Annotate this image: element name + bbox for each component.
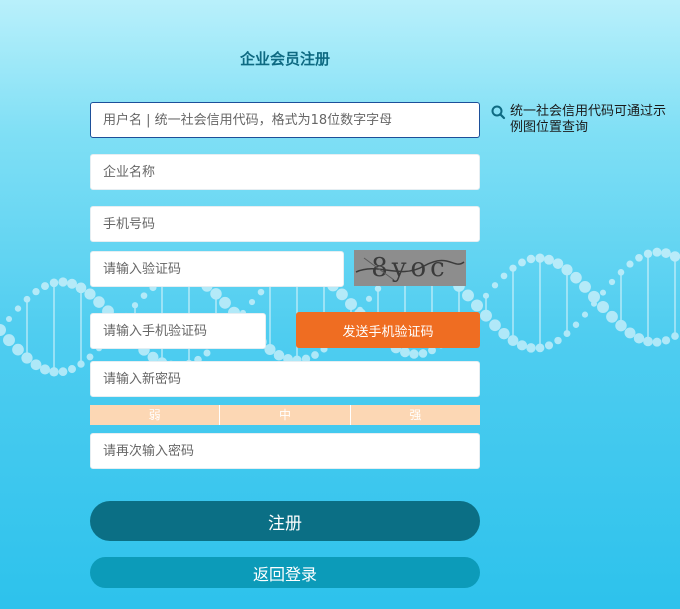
strength-medium: 中 xyxy=(220,405,351,425)
confirm-password-input[interactable] xyxy=(90,433,480,469)
strength-weak: 弱 xyxy=(90,405,221,425)
phone-input[interactable] xyxy=(90,206,480,242)
hint-text[interactable]: 统一社会信用代码可通过示例图位置查询 xyxy=(510,104,675,136)
register-button[interactable]: 注册 xyxy=(90,501,480,541)
company-name-input[interactable] xyxy=(90,154,480,190)
page-title: 企业会员注册 xyxy=(239,50,330,68)
send-sms-code-button[interactable]: 发送手机验证码 xyxy=(296,312,480,348)
strength-strong: 强 xyxy=(350,405,480,425)
username-input[interactable] xyxy=(90,102,480,138)
sms-code-input[interactable] xyxy=(90,313,266,349)
password-strength-meter: 弱 中 强 xyxy=(90,405,480,425)
search-icon[interactable] xyxy=(490,104,506,120)
new-password-input[interactable] xyxy=(90,361,480,397)
captcha-input[interactable] xyxy=(90,251,344,287)
captcha-image[interactable]: 8yoc xyxy=(354,250,466,286)
credit-code-hint: 统一社会信用代码可通过示例图位置查询 xyxy=(490,104,675,136)
back-to-login-button[interactable]: 返回登录 xyxy=(90,557,480,588)
